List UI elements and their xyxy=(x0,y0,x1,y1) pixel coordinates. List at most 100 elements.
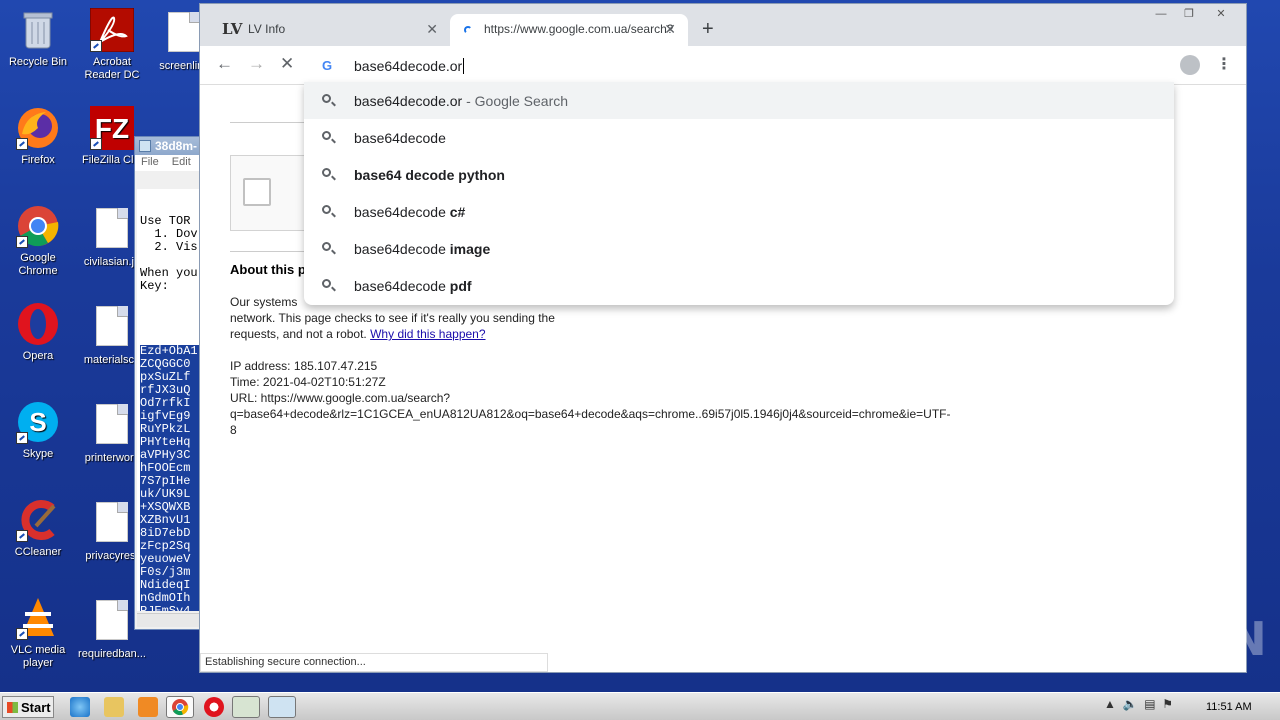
back-arrow-icon[interactable]: ← xyxy=(216,54,233,74)
suggestion-item[interactable]: base64decode xyxy=(304,119,1174,156)
tab-title: https://www.google.com.ua/search? xyxy=(484,22,674,36)
desktop-icon-label: materialsco xyxy=(83,354,141,366)
notepad-taskbar-icon[interactable] xyxy=(268,696,296,718)
explanation-line: network. This page checks to see if it's… xyxy=(230,311,555,325)
desktop-icon-acrobat[interactable]: Acrobat Reader DC xyxy=(74,7,150,82)
omnibox-input[interactable]: base64decode.or xyxy=(354,58,465,74)
minimize-icon[interactable]: — xyxy=(1150,8,1172,22)
suggestion-item[interactable]: base64 decode python xyxy=(304,156,1174,193)
desktop-icon-label: printerwork xyxy=(84,452,140,464)
search-icon xyxy=(322,94,331,103)
internet-explorer-icon[interactable] xyxy=(70,697,90,717)
suggestion-text: base64decode.or xyxy=(354,93,463,109)
show-hidden-icons-icon[interactable]: ▲ xyxy=(1104,697,1116,711)
tab-strip: LV LV Info ✕ https://www.google.com.ua/s… xyxy=(200,4,1246,46)
suggestion-bold-text: pdf xyxy=(449,278,472,294)
suggestion-bold-text: base64 decode python xyxy=(354,167,505,183)
desktop-icon-label: CCleaner xyxy=(14,546,62,558)
desktop-icon-label: privacyrest xyxy=(85,550,139,562)
suggestion-text: base64decode xyxy=(354,241,450,257)
firefox-icon xyxy=(16,106,60,150)
why-did-this-happen-link[interactable]: Why did this happen? xyxy=(370,327,485,341)
suggestion-item[interactable]: base64decode.or - Google Search xyxy=(304,82,1174,119)
tab-close-icon[interactable]: ✕ xyxy=(664,21,676,38)
profile-avatar-icon[interactable] xyxy=(1180,55,1200,75)
desktop-icon-label: Recycle Bin xyxy=(8,56,68,68)
document-icon xyxy=(90,306,134,350)
notepad-menu-edit[interactable]: Edit xyxy=(172,156,191,168)
request-details: IP address: 185.107.47.215 Time: 2021-04… xyxy=(230,358,950,438)
desktop-icon-firefox[interactable]: Firefox xyxy=(0,106,76,167)
windows-logo-icon xyxy=(7,702,18,713)
anyrun-watermark: ANY RUN xyxy=(1038,612,1267,666)
suggestion-item[interactable]: base64decode image xyxy=(304,230,1174,267)
desktop-icon-ccleaner[interactable]: CCleaner xyxy=(0,498,76,559)
tab-close-icon[interactable]: ✕ xyxy=(426,21,438,38)
vlc-icon xyxy=(16,596,60,640)
file-explorer-icon[interactable] xyxy=(104,697,124,717)
suggestion-item[interactable]: base64decode pdf xyxy=(304,267,1174,304)
acrobat-icon xyxy=(89,7,135,53)
suggestion-text: base64decode xyxy=(354,130,446,146)
action-center-icon[interactable]: ⚑ xyxy=(1162,697,1173,711)
notepad-title: 38d8m- xyxy=(155,139,198,153)
recycle-bin-icon xyxy=(16,8,60,52)
desktop-icon-google-chrome[interactable]: Google Chrome xyxy=(0,204,76,278)
close-window-icon[interactable]: ✕ xyxy=(1210,8,1232,22)
document-icon xyxy=(90,600,134,644)
new-tab-icon[interactable]: + xyxy=(702,18,714,41)
desktop-icon-vlc[interactable]: VLC media player xyxy=(0,596,76,670)
chrome-menu-icon[interactable]: ⋮ xyxy=(1216,54,1232,74)
tab-lv-info[interactable]: LV LV Info ✕ xyxy=(204,14,450,46)
chrome-taskbar-icon[interactable] xyxy=(166,696,194,718)
suggestion-text: base64decode xyxy=(354,278,450,294)
desktop-icon-label: civilasian.jp xyxy=(83,256,141,268)
volume-icon[interactable]: 🔈 xyxy=(1123,697,1138,711)
maximize-icon[interactable]: ❐ xyxy=(1178,8,1200,22)
tab-google-search[interactable]: https://www.google.com.ua/search? ✕ xyxy=(450,14,688,46)
suggestion-item[interactable]: base64decode c# xyxy=(304,193,1174,230)
document-icon xyxy=(90,208,134,252)
tab-title: LV Info xyxy=(248,22,286,36)
system-tray: ▲ 🔈 ▤ ⚑ xyxy=(1104,697,1173,711)
search-icon xyxy=(322,131,331,140)
taskbar: Start ▲ 🔈 ▤ ⚑ 11:51 AM xyxy=(0,692,1280,720)
desktop-icon-label: VLC media player xyxy=(10,644,66,669)
desktop-icon-label: Acrobat Reader DC xyxy=(84,56,140,81)
desktop-icon-skype[interactable]: S Skype xyxy=(0,400,76,461)
search-icon xyxy=(322,242,331,251)
start-button[interactable]: Start xyxy=(2,696,54,718)
search-icon xyxy=(322,279,331,288)
desktop-icon-recycle-bin[interactable]: Recycle Bin xyxy=(0,8,76,69)
desktop-icon-label: Opera xyxy=(22,350,54,362)
desktop-icon-opera[interactable]: Opera xyxy=(0,302,76,363)
lv-favicon-icon: LV xyxy=(222,20,243,38)
opera-taskbar-icon[interactable] xyxy=(204,697,224,717)
chrome-icon xyxy=(16,204,60,248)
document-icon xyxy=(90,502,134,546)
clock[interactable]: 11:51 AM xyxy=(1206,701,1252,713)
desktop-icon-label: FileZilla Clie xyxy=(82,154,142,166)
omnibox[interactable]: G base64decode.or xyxy=(304,48,1174,82)
time-text: Time: 2021-04-02T10:51:27Z xyxy=(230,375,386,389)
about-heading: About this p xyxy=(230,262,306,277)
filezilla-icon: FZ xyxy=(90,106,134,150)
chrome-window: LV LV Info ✕ https://www.google.com.ua/s… xyxy=(199,3,1247,673)
ip-address-text: IP address: 185.107.47.215 xyxy=(230,359,378,373)
opera-icon xyxy=(16,302,60,346)
network-icon[interactable]: ▤ xyxy=(1144,697,1155,711)
desktop-icon-label: Google Chrome xyxy=(18,252,58,277)
notepad-icon xyxy=(139,140,151,152)
url-text: q=base64+decode&rlz=1C1GCEA_enUA812UA812… xyxy=(230,407,951,421)
url-text: 8 xyxy=(230,423,237,437)
skype-icon: S xyxy=(16,400,60,444)
ccleaner-icon xyxy=(16,498,60,542)
stop-loading-icon[interactable]: ✕ xyxy=(280,54,294,74)
notepad-menu-file[interactable]: File xyxy=(141,156,159,168)
suggestion-bold-text: c# xyxy=(449,204,466,220)
recaptcha-checkbox[interactable] xyxy=(243,178,271,206)
task-manager-icon[interactable] xyxy=(232,696,260,718)
media-player-icon[interactable] xyxy=(138,697,158,717)
explanation-line: Our systems xyxy=(230,295,298,309)
forward-arrow-icon[interactable]: → xyxy=(248,54,265,74)
